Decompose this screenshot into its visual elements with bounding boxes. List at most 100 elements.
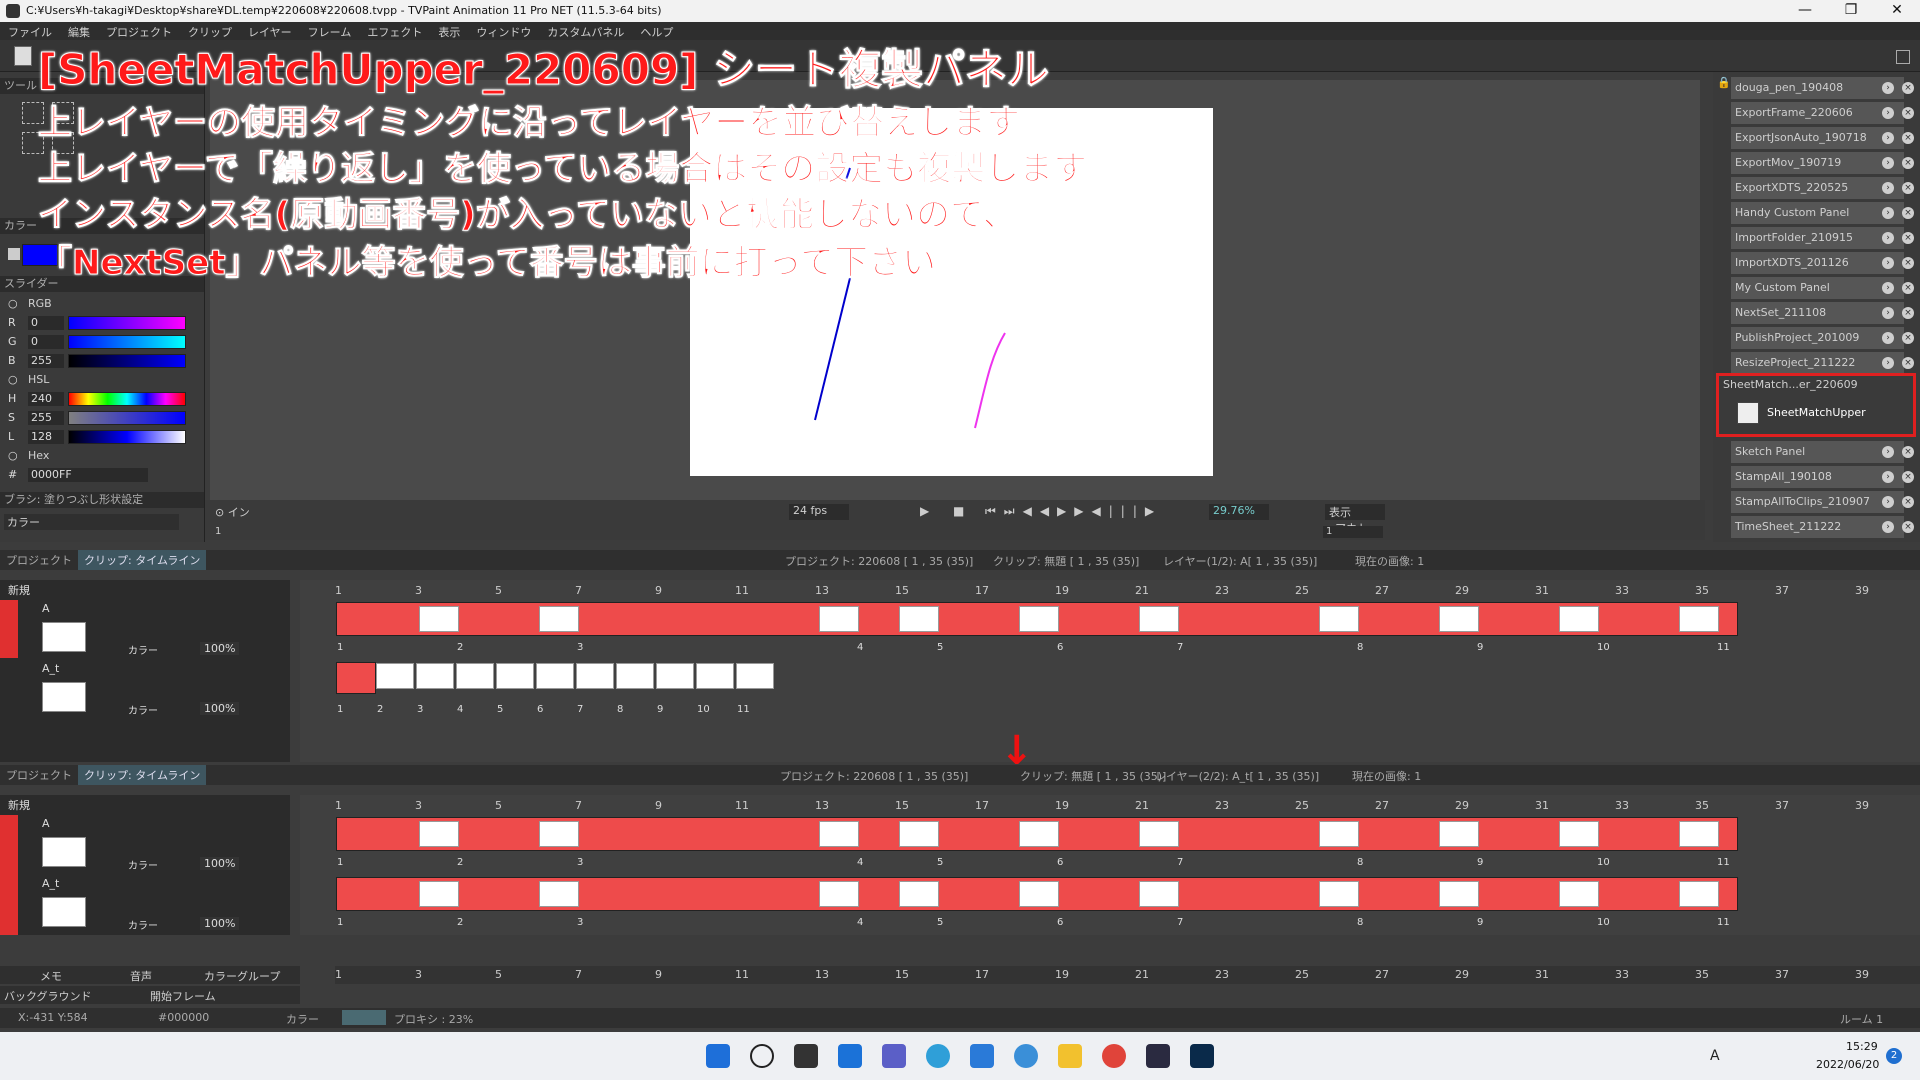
layer-a-mode[interactable]: カラー <box>128 642 158 657</box>
plugin-close-icon[interactable]: × <box>1902 107 1914 119</box>
rgb-radio-icon[interactable]: ○ <box>8 297 28 310</box>
plugin-item[interactable]: StampAll_190108 <box>1731 466 1904 488</box>
exposure-cel[interactable] <box>819 606 859 632</box>
plugin-close-icon[interactable]: × <box>1902 521 1914 533</box>
exposure-cel[interactable] <box>416 663 454 689</box>
timeline1-tracks[interactable]: 1 3 5 7 9 11 13 15 17 19 21 23 25 27 29 31 33 35 37 39 1234… <box>300 580 1920 762</box>
plugin-close-icon[interactable]: × <box>1902 496 1914 508</box>
plugin-item[interactable]: Sketch Panel <box>1731 441 1904 463</box>
exposure-cel[interactable] <box>539 821 579 847</box>
layer-at-track-start[interactable] <box>336 662 376 694</box>
task-view-icon[interactable] <box>794 1044 818 1068</box>
b-slider[interactable] <box>68 353 186 368</box>
plugin-item[interactable]: Handy Custom Panel <box>1731 202 1904 224</box>
panel-toggle-icon[interactable] <box>1896 50 1910 64</box>
h-slider[interactable] <box>68 391 186 406</box>
exposure-cel[interactable] <box>1139 881 1179 907</box>
help-icon[interactable] <box>1014 1044 1038 1068</box>
exposure-cel[interactable] <box>1439 821 1479 847</box>
hex-radio-icon[interactable]: ○ <box>8 449 28 462</box>
plugin-close-icon[interactable]: × <box>1902 357 1914 369</box>
exposure-cel[interactable] <box>1319 821 1359 847</box>
plugin-item[interactable]: TimeSheet_211222 <box>1731 516 1904 538</box>
new-layer-label-2[interactable]: 新規 <box>8 797 30 813</box>
plugin-expand-icon[interactable]: › <box>1882 207 1894 219</box>
layer-a-opacity[interactable]: 100% <box>200 642 240 655</box>
plugin-item[interactable]: PublishProject_201009 <box>1731 327 1904 349</box>
exposure-cel[interactable] <box>1019 606 1059 632</box>
close-button[interactable]: ✕ <box>1874 0 1920 22</box>
exposure-cel[interactable] <box>1559 881 1599 907</box>
exposure-cel[interactable] <box>1319 606 1359 632</box>
layer-a-opacity-2[interactable]: 100% <box>200 857 240 870</box>
exposure-cel[interactable] <box>419 606 459 632</box>
plugin-expand-icon[interactable]: › <box>1882 107 1894 119</box>
exposure-cel[interactable] <box>1139 821 1179 847</box>
tab-memo[interactable]: メモ <box>40 968 62 984</box>
exposure-cel[interactable] <box>656 663 694 689</box>
plugin-expand-icon[interactable]: › <box>1882 446 1894 458</box>
plugin-item[interactable]: ResizeProject_211222 <box>1731 352 1904 374</box>
exposure-cel[interactable] <box>419 821 459 847</box>
plugin-item[interactable]: ExportXDTS_220525 <box>1731 177 1904 199</box>
exposure-cel[interactable] <box>536 663 574 689</box>
plugin-item[interactable]: NextSet_211108 <box>1731 302 1904 324</box>
layer-at-name-2[interactable]: A_t <box>42 877 59 890</box>
layer-a-mode-2[interactable]: カラー <box>128 857 158 872</box>
sheetmatch-button[interactable]: SheetMatchUpper <box>1767 406 1866 419</box>
plugin-item[interactable]: ExportJsonAuto_190718 <box>1731 127 1904 149</box>
plugin-close-icon[interactable]: × <box>1902 332 1914 344</box>
plugin-close-icon[interactable]: × <box>1902 446 1914 458</box>
transport-icons[interactable]: ⏮⏭◀◀▶▶◀|||▶ <box>985 504 1162 519</box>
b-value[interactable]: 255 <box>28 353 64 368</box>
s-slider[interactable] <box>68 410 186 425</box>
l-value[interactable]: 128 <box>28 429 64 444</box>
plugin-item[interactable]: ExportFrame_220606 <box>1731 102 1904 124</box>
plugin-close-icon[interactable]: × <box>1902 257 1914 269</box>
plugin-item[interactable]: ImportXDTS_201126 <box>1731 252 1904 274</box>
plugin-sheetmatch-title[interactable]: SheetMatch...er_220609 <box>1721 376 1911 394</box>
explorer-icon[interactable] <box>1058 1044 1082 1068</box>
g-slider[interactable] <box>68 334 186 349</box>
display-select[interactable]: 表示 <box>1325 504 1385 520</box>
exposure-cel[interactable] <box>736 663 774 689</box>
fps-select[interactable]: 24 fps <box>789 504 849 520</box>
chat-icon[interactable] <box>882 1044 906 1068</box>
plugin-expand-icon[interactable]: › <box>1882 132 1894 144</box>
exposure-cel[interactable] <box>496 663 534 689</box>
plugin-expand-icon[interactable]: › <box>1882 232 1894 244</box>
plugin-expand-icon[interactable]: › <box>1882 332 1894 344</box>
exposure-cel[interactable] <box>1559 606 1599 632</box>
plugin-close-icon[interactable]: × <box>1902 132 1914 144</box>
minimize-button[interactable]: — <box>1782 0 1828 22</box>
plugin-close-icon[interactable]: × <box>1902 207 1914 219</box>
exposure-cel[interactable] <box>576 663 614 689</box>
plugin-close-icon[interactable]: × <box>1902 471 1914 483</box>
layer-at-track-2[interactable] <box>336 877 1738 911</box>
frame-out-field[interactable]: 1 <box>1323 526 1383 538</box>
exposure-cel[interactable] <box>1139 606 1179 632</box>
exposure-cel[interactable] <box>819 881 859 907</box>
edge-icon[interactable] <box>926 1044 950 1068</box>
start-frame-label[interactable]: 開始フレーム <box>150 988 216 1004</box>
layer-at-opacity[interactable]: 100% <box>200 702 240 715</box>
exposure-cel[interactable] <box>696 663 734 689</box>
exposure-cel[interactable] <box>456 663 494 689</box>
plugin-close-icon[interactable]: × <box>1902 307 1914 319</box>
lock-icon[interactable]: 🔒 <box>1717 76 1731 89</box>
new-file-icon[interactable] <box>14 46 32 66</box>
hsl-radio-icon[interactable]: ○ <box>8 373 28 386</box>
tab-project-2[interactable]: プロジェクト <box>0 765 78 785</box>
layer-a-name[interactable]: A <box>42 602 50 615</box>
exposure-cel[interactable] <box>539 606 579 632</box>
exposure-cel[interactable] <box>1439 606 1479 632</box>
background-label[interactable]: バックグラウンド <box>4 988 92 1004</box>
layer-at-mode[interactable]: カラー <box>128 702 158 717</box>
exposure-cel[interactable] <box>819 821 859 847</box>
hex-value[interactable]: 0000FF <box>28 467 148 482</box>
search-icon[interactable] <box>750 1044 774 1068</box>
exposure-cel[interactable] <box>1019 821 1059 847</box>
exposure-cel[interactable] <box>1679 821 1719 847</box>
g-value[interactable]: 0 <box>28 334 64 349</box>
tab-clip-timeline-2[interactable]: クリップ: タイムライン <box>78 765 207 785</box>
